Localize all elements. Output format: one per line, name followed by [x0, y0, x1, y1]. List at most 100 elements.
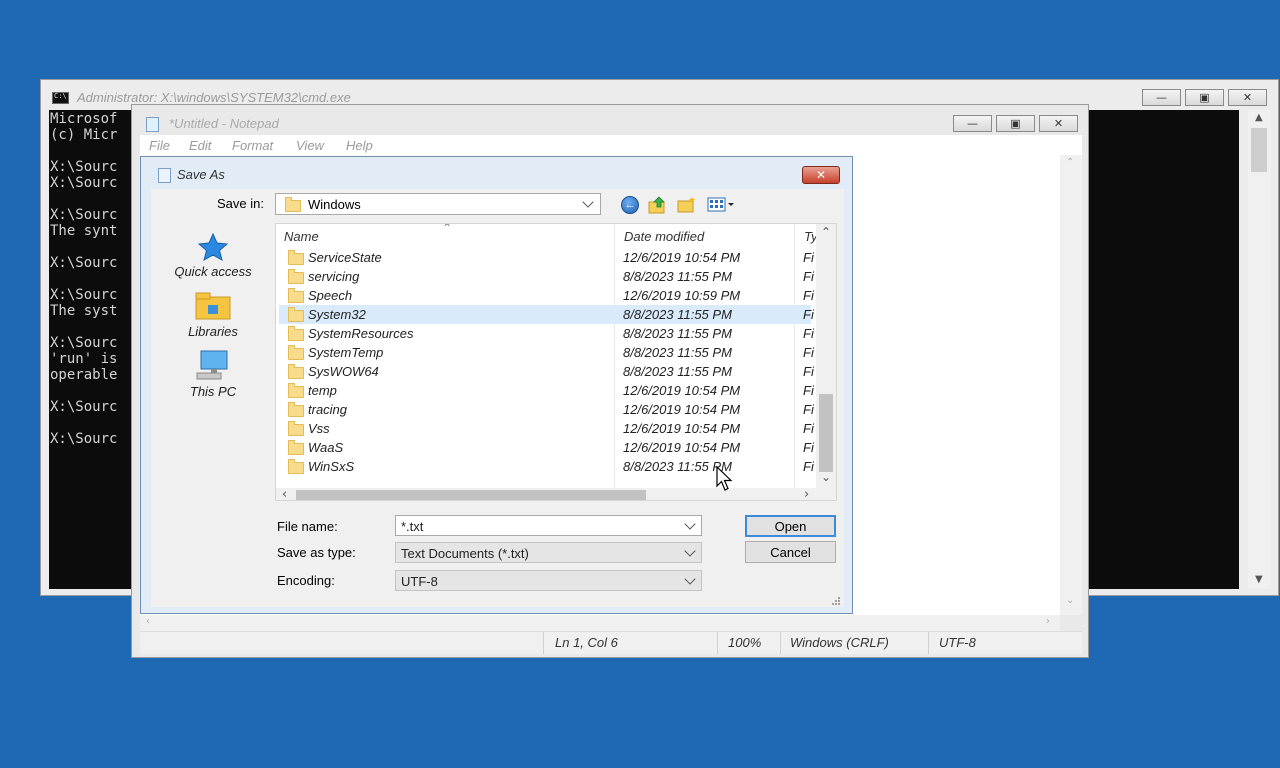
- console-line: (c) Micr: [50, 127, 118, 143]
- file-row[interactable]: SystemTemp 8/8/2023 11:55 PM Fi: [279, 343, 814, 362]
- cmd-scrollbar[interactable]: ▲ ▼: [1248, 110, 1271, 589]
- scroll-up-icon[interactable]: ⌃: [821, 225, 831, 239]
- file-row[interactable]: SystemResources 8/8/2023 11:55 PM Fi: [279, 324, 814, 343]
- column-header-date[interactable]: Date modified: [624, 229, 704, 244]
- file-row[interactable]: Vss 12/6/2019 10:54 PM Fi: [279, 419, 814, 438]
- scroll-right-icon[interactable]: ›: [804, 487, 809, 500]
- file-type-cell: Fi: [803, 269, 814, 284]
- file-list-horizontal-scrollbar[interactable]: ‹ ›: [276, 487, 836, 500]
- scroll-down-icon[interactable]: ⌄: [1066, 595, 1074, 606]
- console-line: X:\Sourc: [50, 255, 118, 271]
- file-name-value: *.txt: [401, 519, 424, 534]
- file-date-cell: 12/6/2019 10:54 PM: [623, 421, 741, 436]
- file-name-input[interactable]: *.txt: [395, 515, 702, 536]
- console-line: Microsof: [50, 111, 118, 127]
- file-type-cell: Fi: [803, 307, 814, 322]
- file-row[interactable]: temp 12/6/2019 10:54 PM Fi: [279, 381, 814, 400]
- folder-icon: [288, 269, 304, 284]
- file-row[interactable]: servicing 8/8/2023 11:55 PM Fi: [279, 267, 814, 286]
- notepad-icon: [146, 117, 159, 132]
- menu-file[interactable]: File: [149, 138, 170, 153]
- cmd-scroll-thumb[interactable]: [1251, 128, 1267, 172]
- notepad-horizontal-scrollbar[interactable]: ‹ ›: [140, 615, 1060, 631]
- chevron-down-icon[interactable]: [684, 573, 696, 585]
- console-line: X:\Sourc: [50, 159, 118, 175]
- open-button[interactable]: Open: [745, 515, 836, 537]
- file-date-cell: 12/6/2019 10:59 PM: [623, 288, 741, 303]
- folder-icon: [288, 345, 304, 360]
- horizontal-scroll-thumb[interactable]: [296, 490, 646, 500]
- notepad-close-button[interactable]: ✕: [1039, 115, 1078, 132]
- folder-icon: [288, 421, 304, 436]
- file-name-cell: servicing: [308, 269, 360, 284]
- cmd-maximize-button[interactable]: ▣: [1185, 89, 1224, 106]
- place-libraries[interactable]: Libraries: [169, 291, 257, 339]
- file-date-cell: 12/6/2019 10:54 PM: [623, 440, 741, 455]
- resize-grip-icon[interactable]: [829, 594, 841, 605]
- status-cursor-position: Ln 1, Col 6: [555, 635, 618, 650]
- chevron-down-icon[interactable]: [684, 545, 696, 557]
- scroll-up-icon[interactable]: ⌃: [1066, 157, 1074, 168]
- mouse-pointer-icon: [716, 465, 734, 495]
- column-header-name[interactable]: Name: [284, 229, 319, 244]
- save-in-dropdown[interactable]: Windows: [275, 193, 601, 215]
- notepad-minimize-button[interactable]: —: [953, 115, 992, 132]
- folder-icon: [288, 402, 304, 417]
- save-as-type-label: Save as type:: [277, 545, 356, 560]
- dialog-close-button[interactable]: ✕: [802, 166, 840, 184]
- place-quick-access[interactable]: Quick access: [169, 232, 257, 279]
- scroll-down-icon[interactable]: ⌄: [821, 470, 831, 484]
- file-list-vertical-scrollbar[interactable]: ⌃ ⌄: [816, 224, 836, 488]
- console-line: X:\Sourc: [50, 287, 118, 303]
- file-row[interactable]: System32 8/8/2023 11:55 PM Fi: [279, 305, 814, 324]
- status-line-ending: Windows (CRLF): [790, 635, 889, 650]
- status-zoom: 100%: [728, 635, 762, 650]
- view-menu-icon[interactable]: [707, 196, 735, 214]
- cmd-minimize-button[interactable]: —: [1142, 89, 1181, 106]
- menu-edit[interactable]: Edit: [189, 138, 211, 153]
- save-as-type-dropdown[interactable]: Text Documents (*.txt): [395, 542, 702, 563]
- file-name-cell: temp: [308, 383, 337, 398]
- folder-icon: [288, 307, 304, 322]
- file-type-cell: Fi: [803, 250, 814, 265]
- notepad-vertical-scrollbar[interactable]: ⌃ ⌄: [1060, 155, 1082, 615]
- file-name-label: File name:: [277, 519, 338, 534]
- console-line: 'run' is: [50, 351, 118, 367]
- file-name-cell: Speech: [308, 288, 353, 303]
- console-line: The synt: [50, 223, 118, 239]
- computer-icon: [195, 349, 231, 381]
- menu-format[interactable]: Format: [232, 138, 273, 153]
- file-list[interactable]: ⌃ Name Date modified Ty ServiceState 12/6…: [275, 223, 837, 501]
- place-label: Libraries: [188, 324, 238, 339]
- file-row[interactable]: tracing 12/6/2019 10:54 PM Fi: [279, 400, 814, 419]
- console-line: X:\Sourc: [50, 207, 118, 223]
- up-folder-icon[interactable]: [648, 196, 666, 214]
- encoding-dropdown[interactable]: UTF-8: [395, 570, 702, 591]
- scroll-left-icon[interactable]: ‹: [282, 487, 287, 500]
- chevron-down-icon[interactable]: [582, 196, 594, 208]
- save-in-value: Windows: [308, 197, 361, 212]
- folder-icon: [288, 383, 304, 398]
- cmd-close-button[interactable]: ✕: [1228, 89, 1267, 106]
- scroll-left-icon[interactable]: ‹: [146, 616, 150, 627]
- file-name-cell: SysWOW64: [308, 364, 379, 379]
- new-folder-icon[interactable]: [677, 196, 695, 214]
- cancel-button[interactable]: Cancel: [745, 541, 836, 563]
- back-arrow-icon[interactable]: ←: [621, 196, 639, 214]
- file-row[interactable]: WaaS 12/6/2019 10:54 PM Fi: [279, 438, 814, 457]
- file-row[interactable]: ServiceState 12/6/2019 10:54 PM Fi: [279, 248, 814, 267]
- scroll-up-icon[interactable]: ▲: [1255, 112, 1263, 123]
- notepad-maximize-button[interactable]: ▣: [996, 115, 1035, 132]
- file-name-cell: System32: [308, 307, 366, 322]
- menu-help[interactable]: Help: [346, 138, 373, 153]
- file-row[interactable]: Speech 12/6/2019 10:59 PM Fi: [279, 286, 814, 305]
- file-row[interactable]: SysWOW64 8/8/2023 11:55 PM Fi: [279, 362, 814, 381]
- cmd-icon: [52, 92, 69, 104]
- scroll-right-icon[interactable]: ›: [1046, 616, 1050, 627]
- scroll-down-icon[interactable]: ▼: [1255, 574, 1263, 585]
- menu-view[interactable]: View: [296, 138, 324, 153]
- vertical-scroll-thumb[interactable]: [819, 394, 833, 472]
- encoding-value: UTF-8: [401, 574, 438, 589]
- chevron-down-icon[interactable]: [684, 518, 696, 530]
- place-this-pc[interactable]: This PC: [169, 349, 257, 399]
